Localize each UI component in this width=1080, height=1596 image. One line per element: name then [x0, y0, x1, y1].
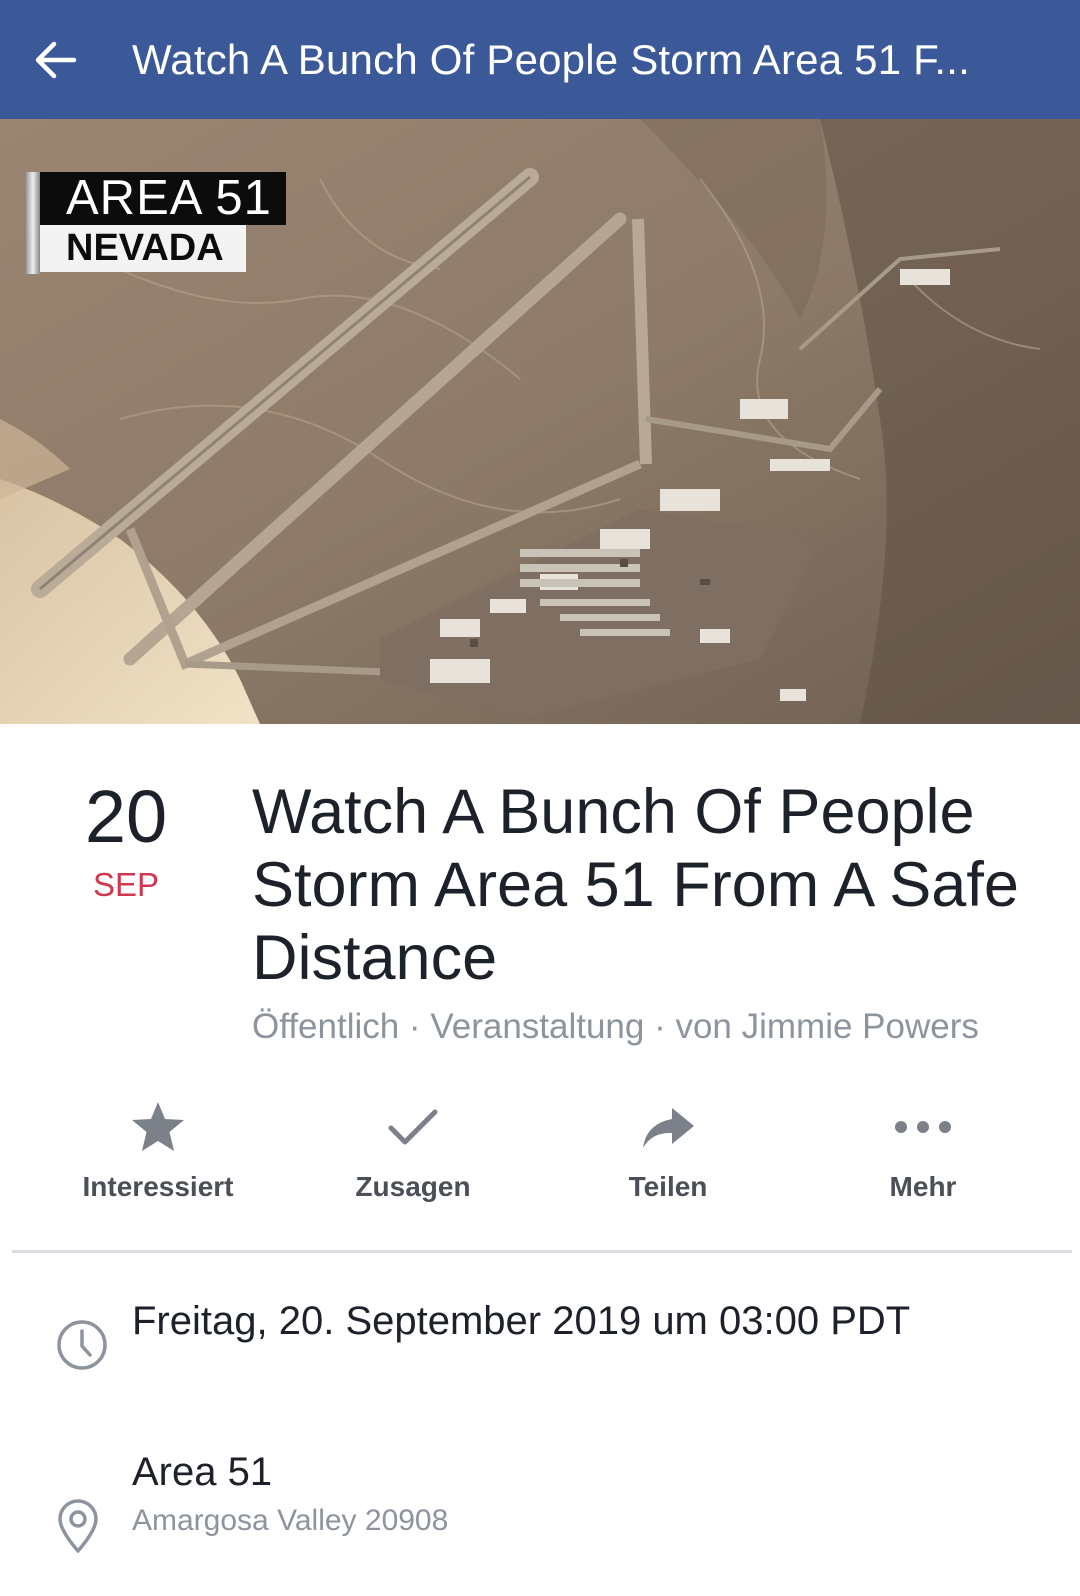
section-divider [12, 1250, 1072, 1253]
app-bar-title: Watch A Bunch Of People Storm Area 51 F.… [132, 35, 970, 83]
share-button[interactable]: Teilen [568, 1095, 768, 1210]
share-icon [643, 1108, 694, 1148]
event-location-row[interactable]: Area 51 Amargosa Valley 20908 [0, 1448, 1080, 1568]
star-icon [132, 1102, 184, 1151]
chyron-subtitle: NEVADA [40, 225, 246, 272]
going-button[interactable]: Zusagen [313, 1095, 513, 1210]
event-title: Watch A Bunch Of People Storm Area 51 Fr… [252, 777, 1019, 993]
back-button[interactable] [0, 0, 110, 119]
check-icon [388, 1109, 438, 1145]
chyron-accent-bar [26, 172, 40, 274]
event-datetime-row[interactable]: Freitag, 20. September 2019 um 03:00 PDT [0, 1295, 1080, 1375]
event-actions: Interessiert Zusagen Teilen Mehr [0, 1095, 1080, 1215]
interested-button[interactable]: Interessiert [58, 1095, 258, 1210]
event-datetime: Freitag, 20. September 2019 um 03:00 PDT [132, 1299, 911, 1343]
chyron-title: AREA 51 [40, 172, 286, 225]
location-name: Area 51 [132, 1450, 273, 1494]
going-label: Zusagen [355, 1171, 471, 1202]
interested-label: Interessiert [82, 1171, 234, 1202]
location-pin-icon [58, 1499, 98, 1553]
location-address: Amargosa Valley 20908 [132, 1504, 449, 1537]
share-label: Teilen [628, 1171, 708, 1202]
event-meta: Öffentlich · Veranstaltung · von Jimmie … [252, 1007, 979, 1046]
app-bar: Watch A Bunch Of People Storm Area 51 F.… [0, 0, 1080, 119]
clock-icon [57, 1320, 107, 1370]
more-icon [895, 1121, 951, 1133]
more-label: Mehr [889, 1171, 957, 1202]
event-date-month: SEP [92, 866, 160, 903]
cover-photo[interactable]: AREA 51 NEVADA [0, 119, 1080, 724]
event-date-day: 20 [84, 775, 168, 858]
back-arrow-icon [35, 41, 77, 78]
more-button[interactable]: Mehr [823, 1095, 1023, 1210]
event-date: 20 SEP [64, 775, 188, 905]
